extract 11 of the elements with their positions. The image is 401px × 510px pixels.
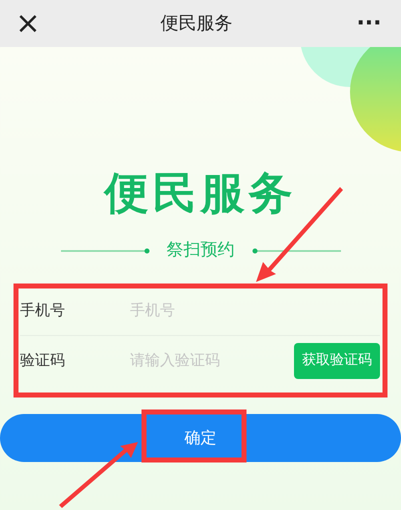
more-button[interactable]: ··· (349, 12, 389, 34)
input-field[interactable]: 手机号 (130, 298, 380, 322)
field-label: 手机号 (20, 300, 66, 321)
close-button[interactable]: × (12, 8, 44, 38)
field-label: 验证码 (20, 350, 66, 372)
window-title: 便民服务 (160, 12, 232, 36)
page-heading: 便民服务 (104, 172, 296, 216)
subtitle: 祭扫预约 (166, 239, 234, 262)
confirm-button[interactable]: 确定 (0, 414, 401, 462)
divider-line-icon (60, 248, 150, 254)
divider-line-icon (250, 248, 340, 254)
